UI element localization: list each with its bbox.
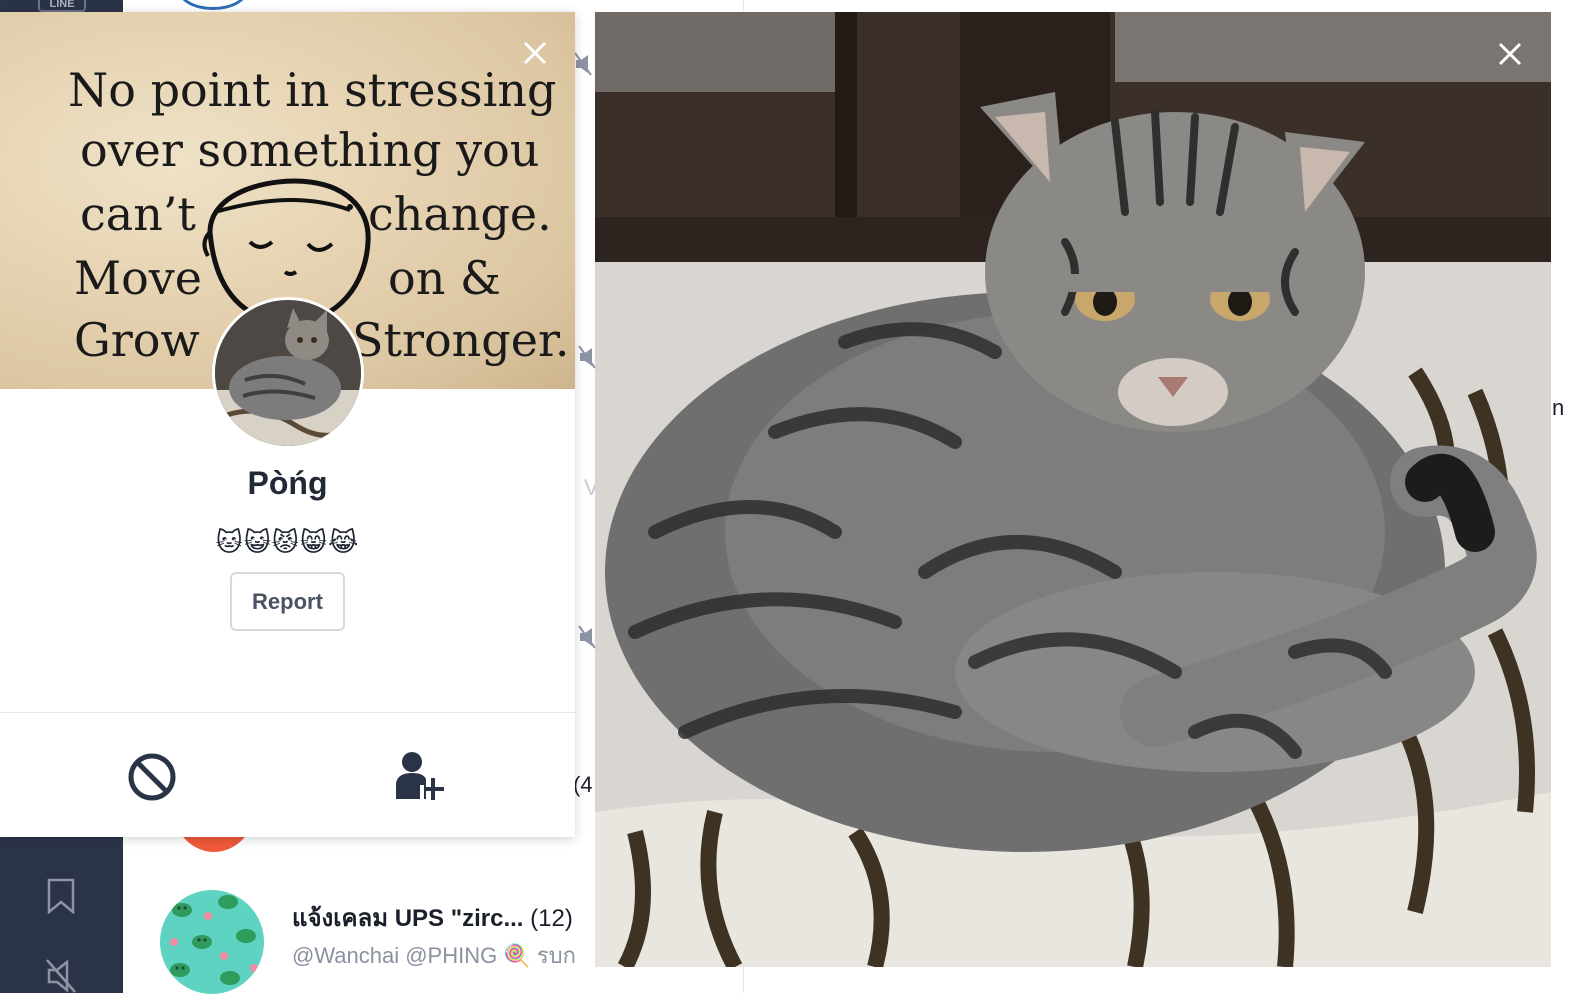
quote-line: on & bbox=[388, 251, 501, 305]
list-item[interactable]: แจ้งเคลม UPS "zirc... (12) @Wanchai @PHI… bbox=[160, 890, 630, 994]
report-button[interactable]: Report bbox=[230, 572, 345, 631]
close-icon[interactable] bbox=[1494, 38, 1526, 70]
profile-avatar[interactable] bbox=[212, 297, 364, 449]
peek-count: (4 bbox=[573, 772, 593, 797]
chat-name: แจ้งเคลม UPS "zirc... bbox=[292, 905, 524, 932]
mute-icon bbox=[574, 52, 592, 76]
cat-photo bbox=[595, 12, 1551, 967]
block-icon[interactable] bbox=[122, 747, 182, 807]
unread-count: (12) bbox=[530, 905, 573, 932]
line-app-window: LINE แจ้งเคลม UPS "zirc... (12) @Wanchai… bbox=[0, 0, 1581, 994]
avatar bbox=[160, 890, 264, 994]
quote-line: over something you bbox=[80, 123, 540, 177]
peek-text: n bbox=[1552, 395, 1565, 420]
profile-name: Pòńg bbox=[247, 465, 328, 501]
chat-preview: @Wanchai @PHING 🍭 รบก bbox=[292, 943, 576, 968]
quote-line: can’t bbox=[80, 187, 196, 241]
mute-icon[interactable] bbox=[45, 958, 77, 994]
divider bbox=[0, 712, 575, 713]
quote-line: No point in stressing bbox=[68, 63, 557, 117]
line-logo: LINE bbox=[38, 0, 86, 12]
quote-line: change. bbox=[368, 187, 552, 241]
chat-title: แจ้งเคลม UPS "zirc... (12) bbox=[292, 898, 573, 937]
quote-line: Grow bbox=[74, 313, 200, 367]
add-friend-icon[interactable] bbox=[388, 747, 448, 807]
profile-popup: No point in stressing over something you… bbox=[0, 12, 575, 837]
quote-line: Stronger. bbox=[352, 313, 570, 367]
mute-icon bbox=[578, 625, 596, 649]
mute-icon bbox=[578, 345, 596, 369]
bookmark-icon[interactable] bbox=[45, 878, 77, 914]
status-message: 🐱😺😾😸😹 bbox=[215, 527, 360, 557]
image-viewer bbox=[595, 12, 1551, 967]
quote-line: Move bbox=[74, 251, 203, 305]
close-icon[interactable] bbox=[520, 38, 550, 68]
